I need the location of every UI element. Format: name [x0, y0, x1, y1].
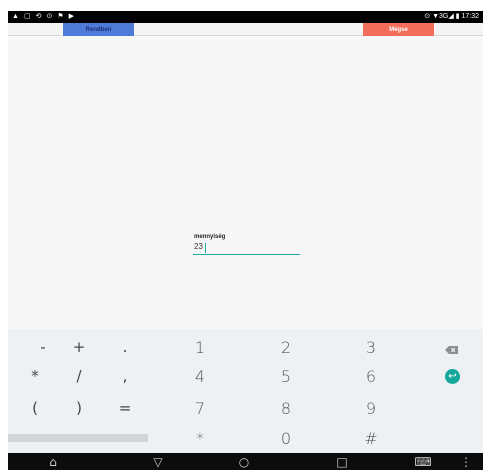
status-right-text: ⊙ ▼3G◢ ▮ 17:32: [424, 13, 479, 20]
cancel-button[interactable]: Mégse: [363, 23, 434, 36]
key-3[interactable]: 3: [355, 338, 387, 357]
key-9[interactable]: 9: [355, 399, 387, 418]
square-icon[interactable]: □: [332, 453, 352, 470]
message-icon: ▢: [23, 13, 31, 20]
key-minus[interactable]: -: [28, 338, 58, 356]
status-bar: ▲ ▢ ⟲ ⊙ ⚑ ▶ ⊙ ▼3G◢ ▮ 17:32: [8, 11, 483, 23]
back-icon[interactable]: ⌂: [43, 453, 63, 470]
key-2[interactable]: 2: [270, 338, 302, 357]
status-icons-left: ▲ ▢ ⟲ ⊙ ⚑ ▶: [12, 11, 74, 23]
sync-icon: ⟲: [35, 13, 42, 20]
ok-button[interactable]: Rendben: [63, 23, 134, 36]
key-asterisk[interactable]: *: [20, 367, 50, 385]
action-bar: Rendben Mégse: [8, 23, 483, 36]
key-open-paren[interactable]: (: [20, 399, 50, 417]
key-comma[interactable]: ,: [110, 367, 140, 385]
key-plus[interactable]: +: [64, 338, 94, 356]
key-equals[interactable]: =: [110, 399, 140, 417]
recents-icon[interactable]: ○: [234, 453, 254, 470]
enter-icon[interactable]: ↩: [445, 369, 460, 384]
key-hash[interactable]: #: [355, 429, 387, 448]
content-area: mennyiség 23: [8, 36, 483, 329]
key-period[interactable]: .: [110, 338, 140, 356]
quantity-label: mennyiség: [194, 234, 226, 240]
spacebar[interactable]: [8, 434, 148, 442]
key-slash[interactable]: /: [64, 367, 94, 385]
link-icon: ⊙: [46, 13, 53, 20]
navigation-bar: ⌂ ▽ ○ □ ⌨ ⋮: [8, 453, 483, 470]
quantity-input[interactable]: 23: [194, 242, 203, 251]
warning-icon: ▲: [12, 13, 19, 20]
backspace-icon[interactable]: [445, 342, 459, 354]
key-8[interactable]: 8: [270, 399, 302, 418]
status-icons-right: ⊙ ▼3G◢ ▮ 17:32: [424, 11, 479, 23]
home-icon[interactable]: ▽: [148, 453, 168, 470]
key-7[interactable]: 7: [184, 399, 216, 418]
key-close-paren[interactable]: ): [64, 399, 94, 417]
quantity-input-underline: [193, 254, 300, 255]
keyboard-icon[interactable]: ⌨: [413, 453, 433, 470]
key-1[interactable]: 1: [184, 338, 216, 357]
more-icon[interactable]: ⋮: [456, 453, 476, 470]
numeric-keyboard: - + . 1 2 3 * / , 4 5 6 ↩ ( ) = 7 8 9 * …: [8, 329, 483, 453]
media-icon: ▶: [68, 13, 74, 20]
key-6[interactable]: 6: [355, 367, 387, 386]
backspace-icon-svg: [445, 346, 458, 354]
flag-icon: ⚑: [57, 13, 64, 20]
key-5[interactable]: 5: [270, 367, 302, 386]
key-0[interactable]: 0: [270, 429, 302, 448]
key-4[interactable]: 4: [184, 367, 216, 386]
text-cursor: [205, 243, 206, 253]
key-asterisk-bottom[interactable]: *: [184, 429, 216, 448]
